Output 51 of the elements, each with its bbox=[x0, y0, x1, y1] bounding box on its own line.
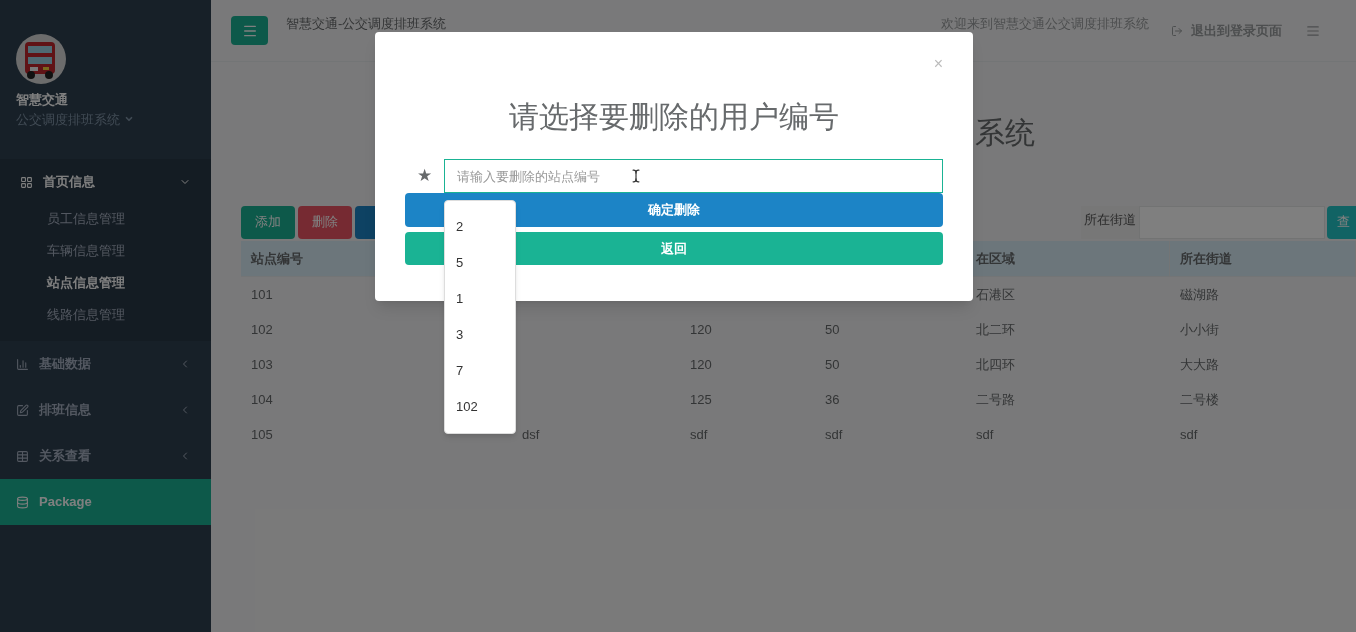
submenu-item[interactable]: 车辆信息管理 bbox=[4, 235, 211, 267]
table-cell-text: 二号路 bbox=[976, 390, 1015, 409]
suggestion-item[interactable]: 1 bbox=[445, 281, 515, 317]
table-cell-text: 104 bbox=[251, 390, 273, 409]
station-id-input[interactable]: 请输入要删除的站点编号 bbox=[444, 159, 943, 193]
table-cell-text: 北四环 bbox=[976, 355, 1015, 374]
logout-icon bbox=[1171, 24, 1183, 37]
menu-button[interactable] bbox=[231, 16, 268, 45]
close-button[interactable]: × bbox=[933, 52, 943, 76]
app-title: 智慧交通-公交调度排班系统 bbox=[286, 17, 447, 30]
suggestion-item[interactable]: 7 bbox=[445, 353, 515, 389]
table-cell-text: 50 bbox=[825, 355, 840, 374]
table-cell-text: sdf bbox=[976, 425, 994, 444]
brand-name: 智慧交通 bbox=[16, 91, 69, 109]
sidebar-item[interactable]: 排班信息 bbox=[0, 387, 211, 433]
suggestion-item[interactable]: 3 bbox=[445, 317, 515, 353]
search-button[interactable]: 查 bbox=[1327, 205, 1356, 239]
required-mark: ★ bbox=[416, 165, 433, 188]
table-cell-text: 石港区 bbox=[976, 285, 1015, 304]
table-cell-text: 102 bbox=[251, 320, 273, 339]
sidebar-item[interactable]: 关系查看 bbox=[0, 433, 211, 479]
suggestion-item[interactable]: 102 bbox=[445, 389, 515, 425]
table-cell-text: 103 bbox=[251, 355, 273, 374]
table-cell-text: 50 bbox=[825, 320, 840, 339]
table-cell-text: 36 bbox=[825, 390, 840, 409]
list-icon[interactable] bbox=[1306, 23, 1320, 38]
submenu-item[interactable]: 线路信息管理 bbox=[4, 299, 211, 331]
table-cell-text: 105 bbox=[251, 425, 273, 444]
sidebar-item[interactable]: 基础数据 bbox=[0, 341, 211, 387]
dialog-title: 请选择要删除的用户编号 bbox=[509, 102, 839, 132]
table-cell-text: 二号楼 bbox=[1180, 390, 1219, 409]
column-header: 所在街道 bbox=[1170, 241, 1356, 276]
table-cell-text: 101 bbox=[251, 285, 273, 304]
toolbar-button[interactable]: 添加 bbox=[241, 205, 295, 239]
table-cell-text: sdf bbox=[1180, 425, 1198, 444]
table-cell-text: sdf bbox=[690, 425, 708, 444]
table-cell-text: 120 bbox=[690, 320, 712, 339]
submenu-item[interactable]: 站点信息管理 bbox=[4, 267, 211, 299]
table-cell-text: sdf bbox=[825, 425, 843, 444]
table-cell-text: 小小街 bbox=[1180, 320, 1219, 339]
table-cell-text: 大大路 bbox=[1180, 355, 1219, 374]
toolbar-button[interactable]: 删除 bbox=[298, 205, 352, 239]
table-cell-text: 北二环 bbox=[976, 320, 1015, 339]
table-cell-text: 磁湖路 bbox=[1180, 285, 1219, 304]
table-cell-text: dsf bbox=[522, 425, 540, 444]
sidebar-item[interactable]: Package bbox=[0, 479, 211, 525]
table-cell-text: 125 bbox=[690, 390, 712, 409]
sidebar-item[interactable]: 首页信息 bbox=[4, 159, 211, 205]
submenu-item[interactable]: 员工信息管理 bbox=[4, 203, 211, 235]
page-heading: 系统 bbox=[975, 114, 1035, 151]
table-cell-text: 120 bbox=[690, 355, 712, 374]
